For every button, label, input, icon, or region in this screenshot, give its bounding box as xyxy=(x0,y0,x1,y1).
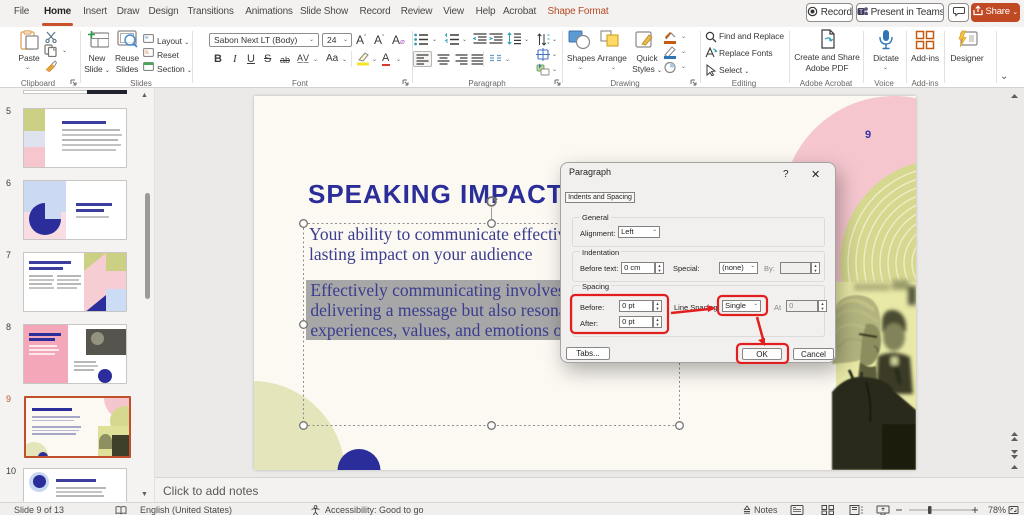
svg-text:T: T xyxy=(859,9,863,16)
